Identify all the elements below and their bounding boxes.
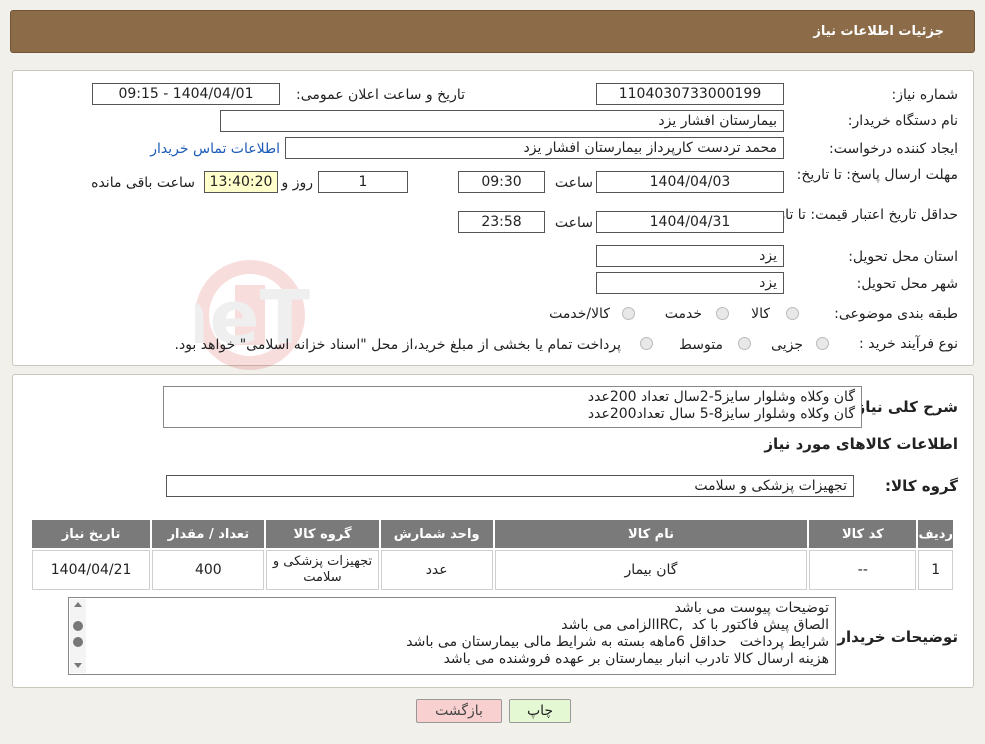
validity-time-label: ساعت [554, 215, 593, 231]
category-option-goods: کالا [751, 306, 770, 322]
goods-section-title: اطلاعات کالاهای مورد نیاز [764, 435, 958, 453]
table-row: 1 -- گان بیمار عدد تجهیزات پزشکی و سلامت… [32, 550, 953, 590]
purchase-note: پرداخت تمام یا بخشی از مبلغ خرید،از محل … [174, 337, 621, 353]
print-button[interactable]: چاپ [509, 699, 571, 723]
creator-field: محمد تردست کارپرداز بیمارستان افشار یزد [285, 137, 784, 159]
cell-group: تجهیزات پزشکی و سلامت [266, 550, 379, 590]
col-group: گروه کالا [266, 520, 379, 548]
days-field: 1 [318, 171, 408, 193]
scroll-up-icon [74, 602, 82, 607]
days-label: روز و [281, 175, 314, 191]
buyer-notes-textarea[interactable]: توضیحات پیوست می باشد الصاق پیش فاکتور ب… [68, 597, 836, 675]
category-option-service: خدمت [664, 306, 702, 322]
cell-name: گان بیمار [494, 550, 808, 590]
goods-table-header: ردیف کد کالا نام کالا واحد شمارش گروه کا… [32, 520, 953, 548]
purchase-radio-minor[interactable] [816, 337, 829, 350]
purchase-radio-medium[interactable] [738, 337, 751, 350]
page-header: جزئیات اطلاعات نیاز [10, 10, 975, 53]
need-number-label: شماره نیاز: [891, 87, 959, 103]
city-label: شهر محل تحویل: [856, 276, 958, 292]
col-row: ردیف [918, 520, 953, 548]
purchase-option-medium: متوسط [679, 337, 723, 353]
scroll-down-icon [74, 663, 82, 668]
scroll-thumb-icon-2 [73, 637, 83, 647]
col-qty: تعداد / مقدار [152, 520, 265, 548]
scrollbar-icons [73, 602, 83, 668]
remaining-time-field: 13:40:20 [204, 171, 278, 193]
buyer-org-label: نام دستگاه خریدار: [847, 113, 958, 129]
buyer-org-field: بیمارستان افشار یزد [220, 110, 784, 132]
creator-label: ایجاد کننده درخواست: [829, 141, 958, 157]
cell-code: -- [809, 550, 917, 590]
purchase-radio-treasury[interactable] [640, 337, 653, 350]
reply-deadline-label: مهلت ارسال پاسخ: تا تاریخ: [796, 167, 958, 183]
buyer-notes-scrollbar[interactable] [70, 599, 86, 673]
province-field: یزد [596, 245, 784, 267]
cell-row: 1 [918, 550, 953, 590]
back-button[interactable]: بازگشت [416, 699, 502, 723]
category-option-goods-service: کالا/خدمت [549, 306, 610, 322]
remaining-label: ساعت باقی مانده [91, 175, 195, 191]
buyer-contact-link[interactable]: اطلاعات تماس خریدار [150, 141, 280, 157]
cell-qty: 400 [152, 550, 265, 590]
category-radio-service[interactable] [716, 307, 729, 320]
description-textarea[interactable]: گان وکلاه وشلوار سایز5-2سال تعداد 200عدد… [163, 386, 862, 428]
reply-time-field: 09:30 [458, 171, 545, 193]
validity-label: حداقل تاریخ اعتبار قیمت: تا تاریخ: [760, 207, 958, 223]
page-title: جزئیات اطلاعات نیاز [813, 24, 944, 39]
category-label: طبقه بندی موضوعی: [834, 306, 958, 322]
category-radio-goods-service[interactable] [622, 307, 635, 320]
description-label: شرح کلی نیاز: [850, 398, 958, 416]
col-code: کد کالا [809, 520, 917, 548]
reply-date-field: 1404/04/03 [596, 171, 784, 193]
cell-date: 1404/04/21 [32, 550, 151, 590]
validity-date-field: 1404/04/31 [596, 211, 784, 233]
col-unit: واحد شمارش [380, 520, 493, 548]
goods-group-field: تجهیزات پزشکی و سلامت [166, 475, 854, 497]
buyer-notes-label: توضیحات خریدار: [831, 628, 958, 646]
validity-time-field: 23:58 [458, 211, 545, 233]
goods-group-label: گروه کالا: [885, 477, 958, 495]
city-field: یزد [596, 272, 784, 294]
goods-table: ردیف کد کالا نام کالا واحد شمارش گروه کا… [30, 518, 955, 592]
cell-unit: عدد [380, 550, 493, 590]
purchase-type-label: نوع فرآیند خرید : [859, 336, 958, 352]
scroll-thumb-icon [73, 621, 83, 631]
col-date: تاریخ نیاز [32, 520, 151, 548]
purchase-option-minor: جزیی [771, 337, 803, 353]
category-radio-goods[interactable] [786, 307, 799, 320]
announce-field: 1404/04/01 - 09:15 [92, 83, 280, 105]
need-number-field: 1104030733000199 [596, 83, 784, 105]
reply-time-label: ساعت [554, 175, 593, 191]
announce-label: تاریخ و ساعت اعلان عمومی: [296, 87, 465, 103]
col-name: نام کالا [494, 520, 808, 548]
province-label: استان محل تحویل: [848, 249, 958, 265]
